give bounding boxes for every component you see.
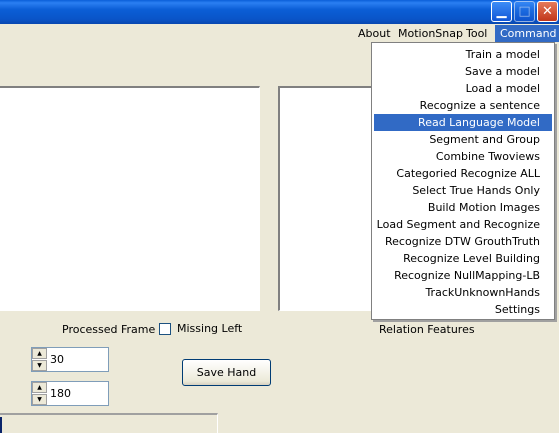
frame-spinner-2[interactable]: ▲ ▼ 180 <box>31 381 109 406</box>
relation-features-label: Relation Features <box>379 323 475 336</box>
frame-spinner-1[interactable]: ▲ ▼ 30 <box>31 347 109 372</box>
processed-frame-label: Processed Frame <box>62 323 156 336</box>
menu-bar: About MotionSnap Tool Command <box>0 24 559 42</box>
menu-item-settings[interactable]: Settings <box>374 301 552 318</box>
menu-item-recognize-dtw[interactable]: Recognize DTW GrouthTruth <box>374 233 552 250</box>
missing-left-label: Missing Left <box>177 322 243 335</box>
menu-item-select-true-hands[interactable]: Select True Hands Only <box>374 182 552 199</box>
menu-item-recognize-nullmapping[interactable]: Recognize NullMapping-LB <box>374 267 552 284</box>
text-caret <box>0 417 2 433</box>
menu-item-combine-twoviews[interactable]: Combine Twoviews <box>374 148 552 165</box>
menu-item-recognize-sentence[interactable]: Recognize a sentence <box>374 97 552 114</box>
menu-item-train-model[interactable]: Train a model <box>374 46 552 63</box>
minimize-button[interactable]: ▁ <box>491 1 512 22</box>
save-hand-button[interactable]: Save Hand <box>182 359 271 386</box>
menu-item-save-model[interactable]: Save a model <box>374 63 552 80</box>
menu-item-load-model[interactable]: Load a model <box>374 80 552 97</box>
maximize-icon: □ <box>518 4 531 19</box>
menu-item-read-language-model[interactable]: Read Language Model <box>374 114 552 131</box>
menu-item-categoried-recognize-all[interactable]: Categoried Recognize ALL <box>374 165 552 182</box>
menu-item-segment-group[interactable]: Segment and Group <box>374 131 552 148</box>
menu-about[interactable]: About <box>353 25 396 42</box>
spinner-up-icon[interactable]: ▲ <box>32 348 47 359</box>
spinner-buttons: ▲ ▼ <box>32 382 47 405</box>
menu-command[interactable]: Command <box>495 25 559 42</box>
menu-item-recognize-level-building[interactable]: Recognize Level Building <box>374 250 552 267</box>
missing-left-checkbox[interactable] <box>159 323 171 335</box>
menu-motionsnap[interactable]: MotionSnap <box>393 25 468 42</box>
spinner-value: 180 <box>50 387 71 400</box>
spinner-up-icon[interactable]: ▲ <box>32 382 47 393</box>
left-view-panel <box>0 86 260 311</box>
spinner-buttons: ▲ ▼ <box>32 348 47 371</box>
minimize-icon: ▁ <box>496 4 507 19</box>
status-text-box[interactable] <box>0 413 218 433</box>
menu-item-build-motion-images[interactable]: Build Motion Images <box>374 199 552 216</box>
spinner-down-icon[interactable]: ▼ <box>32 394 47 405</box>
title-bar: ▁ □ ✕ <box>0 0 559 24</box>
close-button[interactable]: ✕ <box>537 1 558 22</box>
spinner-down-icon[interactable]: ▼ <box>32 360 47 371</box>
menu-item-load-segment-recognize[interactable]: Load Segment and Recognize <box>374 216 552 233</box>
close-icon: ✕ <box>542 4 553 19</box>
menu-item-track-unknown-hands[interactable]: TrackUnknownHands <box>374 284 552 301</box>
spinner-value: 30 <box>50 353 64 366</box>
menu-tool[interactable]: Tool <box>461 25 492 42</box>
maximize-button: □ <box>514 1 535 22</box>
command-dropdown-menu: Train a model Save a model Load a model … <box>371 42 555 320</box>
